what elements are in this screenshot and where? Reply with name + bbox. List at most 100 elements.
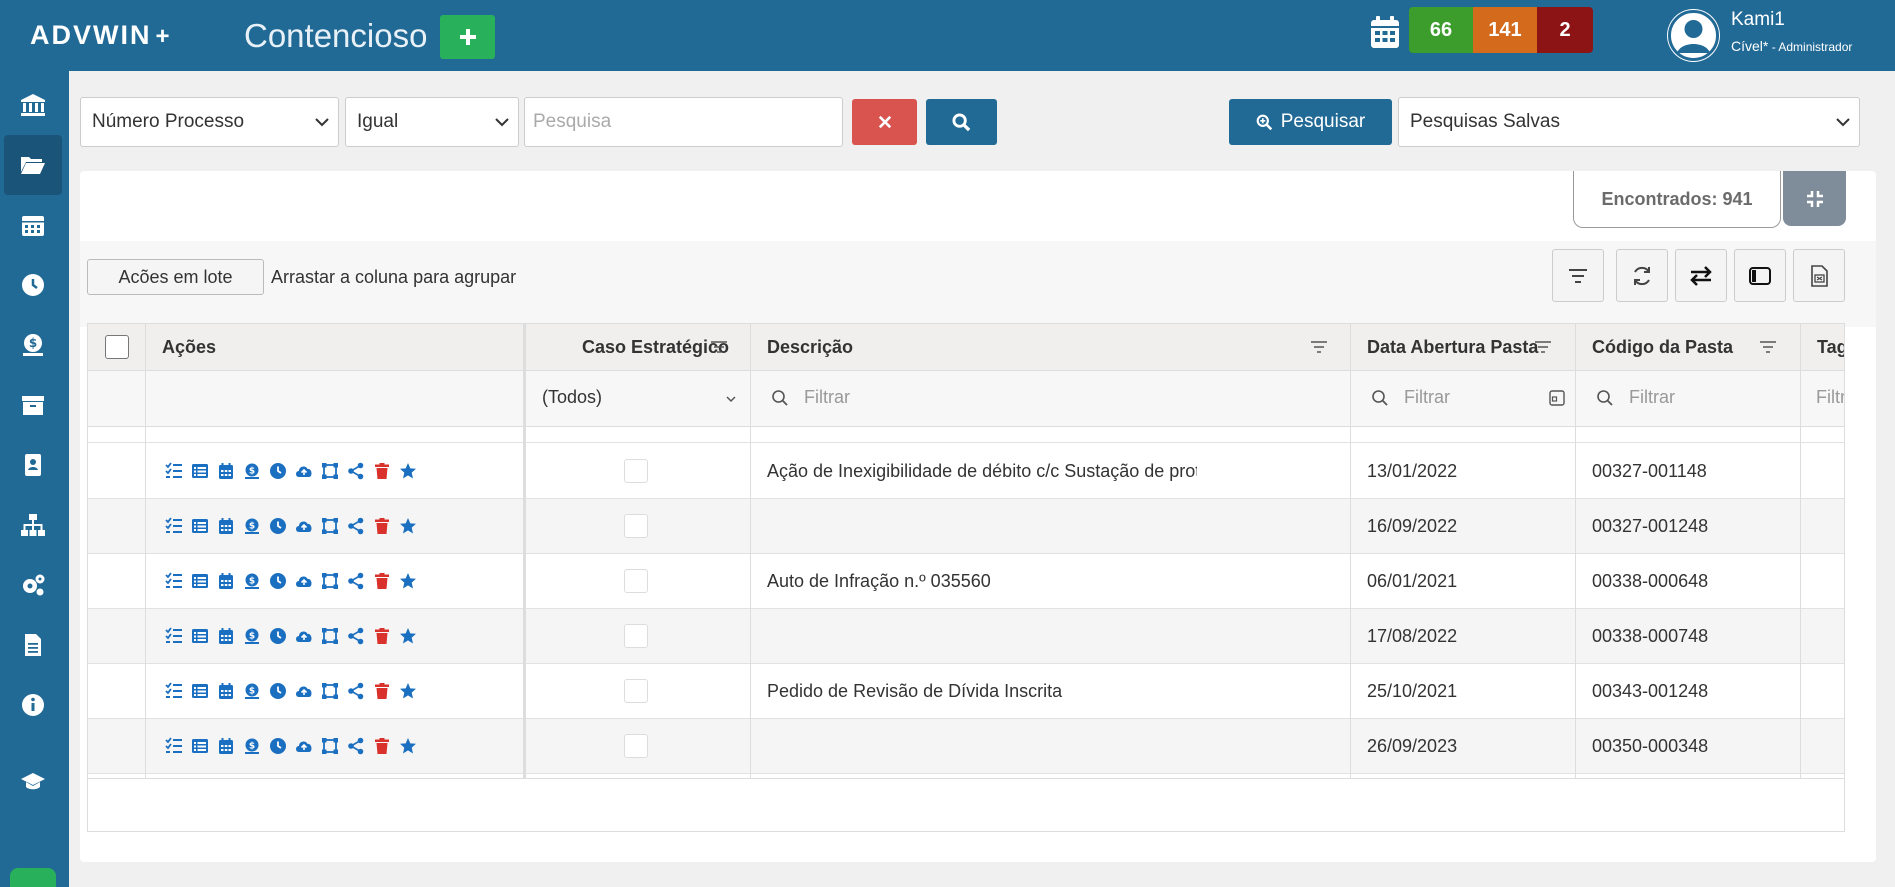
batch-actions-button[interactable]: Acões em lote bbox=[87, 259, 264, 295]
cloud-upload-icon[interactable] bbox=[292, 514, 315, 537]
money-icon[interactable]: $ bbox=[240, 569, 263, 592]
clear-search-button[interactable] bbox=[852, 99, 917, 145]
vector-square-icon[interactable] bbox=[318, 679, 341, 702]
star-icon[interactable] bbox=[396, 569, 419, 592]
sidebar-item-contacts[interactable] bbox=[4, 435, 62, 495]
calendar-icon[interactable] bbox=[214, 734, 237, 757]
badge-orange[interactable]: 141 bbox=[1473, 7, 1537, 53]
clock-icon[interactable] bbox=[266, 569, 289, 592]
export-button[interactable] bbox=[1793, 249, 1845, 302]
money-icon[interactable]: $ bbox=[240, 624, 263, 647]
calendar-icon[interactable] bbox=[214, 569, 237, 592]
list-icon[interactable] bbox=[188, 624, 211, 647]
table-row[interactable]: $ Auto de Infração n.º 035560 06/01/2021 00… bbox=[88, 554, 1844, 609]
money-icon[interactable]: $ bbox=[240, 514, 263, 537]
calendar-icon[interactable] bbox=[214, 514, 237, 537]
table-row[interactable]: $ Ação de Inexigibilidade de débito c/c S… bbox=[88, 444, 1844, 499]
share-icon[interactable] bbox=[344, 679, 367, 702]
table-row[interactable]: $26/09/2023 00350-000348 bbox=[88, 719, 1844, 774]
sidebar-item-folder[interactable] bbox=[4, 135, 62, 195]
share-icon[interactable] bbox=[344, 624, 367, 647]
calendar-icon[interactable] bbox=[214, 679, 237, 702]
chat-widget[interactable] bbox=[10, 868, 56, 887]
select-all-checkbox[interactable] bbox=[105, 335, 129, 359]
column-filter-icon[interactable] bbox=[1310, 340, 1328, 354]
calendar-icon[interactable] bbox=[1370, 15, 1400, 49]
clock-icon[interactable] bbox=[266, 624, 289, 647]
caso-estrategico-checkbox[interactable] bbox=[624, 459, 648, 483]
vector-square-icon[interactable] bbox=[318, 459, 341, 482]
app-logo[interactable]: ADVWIN + bbox=[30, 20, 172, 51]
col-header-codigo-pasta[interactable]: Código da Pasta bbox=[1592, 324, 1733, 371]
swap-button[interactable] bbox=[1675, 249, 1727, 302]
list-icon[interactable] bbox=[188, 679, 211, 702]
share-icon[interactable] bbox=[344, 514, 367, 537]
sidebar-item-calendar[interactable] bbox=[4, 195, 62, 255]
search-field-select[interactable]: Número Processo bbox=[80, 97, 339, 147]
list-icon[interactable] bbox=[188, 514, 211, 537]
vector-square-icon[interactable] bbox=[318, 734, 341, 757]
badge-red[interactable]: 2 bbox=[1537, 7, 1593, 53]
search-button[interactable] bbox=[926, 99, 997, 145]
star-icon[interactable] bbox=[396, 624, 419, 647]
col-header-descricao[interactable]: Descrição bbox=[767, 324, 853, 371]
badge-green[interactable]: 66 bbox=[1409, 7, 1473, 53]
column-filter-icon[interactable] bbox=[1534, 340, 1552, 354]
star-icon[interactable] bbox=[396, 514, 419, 537]
table-row[interactable]: $17/08/2022 00338-000748 bbox=[88, 609, 1844, 664]
clock-icon[interactable] bbox=[266, 679, 289, 702]
col-header-data-abertura[interactable]: Data Abertura Pasta bbox=[1367, 324, 1538, 371]
sidebar-item-training[interactable] bbox=[4, 751, 62, 811]
clock-icon[interactable] bbox=[266, 734, 289, 757]
list-icon[interactable] bbox=[188, 734, 211, 757]
data-abertura-filter[interactable]: Filtrar bbox=[1404, 387, 1450, 408]
avatar[interactable] bbox=[1667, 9, 1720, 62]
vector-square-icon[interactable] bbox=[318, 569, 341, 592]
tasks-icon[interactable] bbox=[162, 679, 185, 702]
operator-select[interactable]: Igual bbox=[345, 97, 519, 147]
cloud-upload-icon[interactable] bbox=[292, 569, 315, 592]
sidebar-item-documents[interactable] bbox=[4, 615, 62, 675]
sidebar-item-info[interactable] bbox=[4, 675, 62, 735]
table-row[interactable]: $ Pedido de Revisão de Dívida Inscrita 25/… bbox=[88, 664, 1844, 719]
tag-filter[interactable]: Filtr bbox=[1816, 387, 1844, 408]
clock-icon[interactable] bbox=[266, 514, 289, 537]
sidebar-item-finance[interactable]: $ bbox=[4, 315, 62, 375]
list-icon[interactable] bbox=[188, 459, 211, 482]
sidebar-item-org[interactable] bbox=[4, 495, 62, 555]
list-icon[interactable] bbox=[188, 569, 211, 592]
vector-square-icon[interactable] bbox=[318, 514, 341, 537]
column-filter-icon[interactable] bbox=[710, 340, 728, 354]
caso-estrategico-checkbox[interactable] bbox=[624, 514, 648, 538]
share-icon[interactable] bbox=[344, 459, 367, 482]
calendar-icon[interactable] bbox=[214, 459, 237, 482]
trash-icon[interactable] bbox=[370, 679, 393, 702]
caso-estrategico-checkbox[interactable] bbox=[624, 569, 648, 593]
col-header-acoes[interactable]: Ações bbox=[162, 324, 216, 371]
trash-icon[interactable] bbox=[370, 734, 393, 757]
clock-icon[interactable] bbox=[266, 459, 289, 482]
column-filter-icon[interactable] bbox=[1759, 340, 1777, 354]
search-input[interactable]: Pesquisa bbox=[524, 97, 843, 147]
star-icon[interactable] bbox=[396, 734, 419, 757]
cloud-upload-icon[interactable] bbox=[292, 679, 315, 702]
col-header-caso-estrategico[interactable]: Caso Estratégico bbox=[582, 324, 729, 371]
caso-estrategico-checkbox[interactable] bbox=[624, 734, 648, 758]
pesquisar-button[interactable]: Pesquisar bbox=[1229, 99, 1392, 145]
refresh-button[interactable] bbox=[1616, 249, 1668, 302]
sidebar-item-clock[interactable] bbox=[4, 255, 62, 315]
table-row[interactable]: $16/09/2022 00327-001248 bbox=[88, 499, 1844, 554]
cloud-upload-icon[interactable] bbox=[292, 734, 315, 757]
tasks-icon[interactable] bbox=[162, 569, 185, 592]
tasks-icon[interactable] bbox=[162, 514, 185, 537]
caso-estrategico-filter[interactable]: (Todos) bbox=[542, 387, 602, 408]
vector-square-icon[interactable] bbox=[318, 624, 341, 647]
descricao-filter[interactable]: Filtrar bbox=[804, 387, 850, 408]
add-button[interactable] bbox=[440, 15, 495, 59]
column-chooser-button[interactable] bbox=[1734, 249, 1786, 302]
cloud-upload-icon[interactable] bbox=[292, 624, 315, 647]
tasks-icon[interactable] bbox=[162, 459, 185, 482]
caso-estrategico-checkbox[interactable] bbox=[624, 624, 648, 648]
tasks-icon[interactable] bbox=[162, 624, 185, 647]
caso-estrategico-checkbox[interactable] bbox=[624, 679, 648, 703]
